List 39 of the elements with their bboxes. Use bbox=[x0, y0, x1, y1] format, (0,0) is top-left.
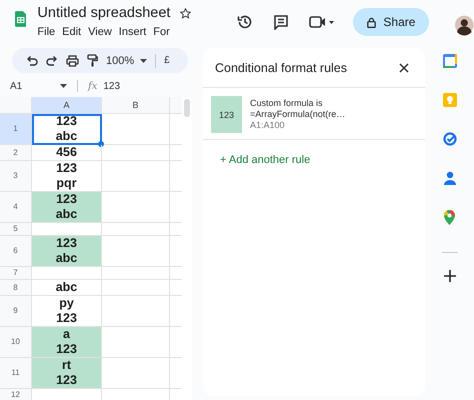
row-header[interactable]: 1 bbox=[0, 114, 32, 145]
row-header[interactable]: 7 bbox=[0, 267, 32, 280]
rule-item[interactable]: 123 Custom formula is =ArrayFormula(not(re… A1:A100 bbox=[203, 88, 425, 140]
menu-item[interactable]: Edit bbox=[62, 26, 82, 38]
row-header[interactable]: 4 bbox=[0, 192, 32, 223]
zoom-dropdown[interactable]: 100% bbox=[106, 54, 148, 66]
document-title[interactable]: Untitled spreadsheet bbox=[37, 5, 170, 21]
table-cell: 123 abc bbox=[32, 192, 102, 223]
rule-preview: 123 bbox=[211, 96, 242, 133]
currency-button[interactable]: £ bbox=[164, 55, 170, 66]
row-header[interactable]: 8 bbox=[0, 280, 32, 296]
row-header[interactable]: 3 bbox=[0, 161, 32, 192]
table-cell: 123 abc bbox=[32, 236, 102, 267]
row-header[interactable]: 5 bbox=[0, 223, 32, 236]
formula-field[interactable]: 123 bbox=[103, 80, 120, 92]
menu-item[interactable]: For bbox=[153, 26, 170, 38]
row-header[interactable]: 6 bbox=[0, 236, 32, 267]
rule-condition: Custom formula is bbox=[250, 98, 324, 109]
row-header[interactable]: 9 bbox=[0, 296, 32, 327]
table-cell: abc bbox=[32, 280, 102, 296]
row-header[interactable]: 12 bbox=[0, 389, 32, 400]
table-cell: 456 bbox=[32, 145, 102, 161]
row-header[interactable]: 10 bbox=[0, 327, 32, 358]
table-cell: rt 123 bbox=[32, 358, 102, 389]
rule-formula: =ArrayFormula(not(re… bbox=[250, 109, 346, 120]
share-button[interactable]: Share bbox=[353, 8, 430, 36]
column-header[interactable]: A bbox=[32, 97, 102, 114]
menu-item[interactable]: File bbox=[37, 26, 56, 38]
function-icon: fx bbox=[88, 80, 98, 92]
row-header[interactable]: 2 bbox=[0, 145, 32, 161]
add-rule-link[interactable]: + Add another rule bbox=[220, 154, 310, 166]
row-header[interactable]: 11 bbox=[0, 358, 32, 389]
menu-item[interactable]: View bbox=[88, 26, 112, 38]
column-header[interactable]: B bbox=[102, 97, 170, 114]
table-cell: 123 abc bbox=[32, 114, 102, 145]
panel-title: Conditional format rules bbox=[215, 60, 348, 74]
cell-reference[interactable]: A1 bbox=[10, 80, 54, 92]
rule-range: A1:A100 bbox=[250, 120, 286, 131]
menu-item[interactable]: Insert bbox=[118, 26, 146, 38]
